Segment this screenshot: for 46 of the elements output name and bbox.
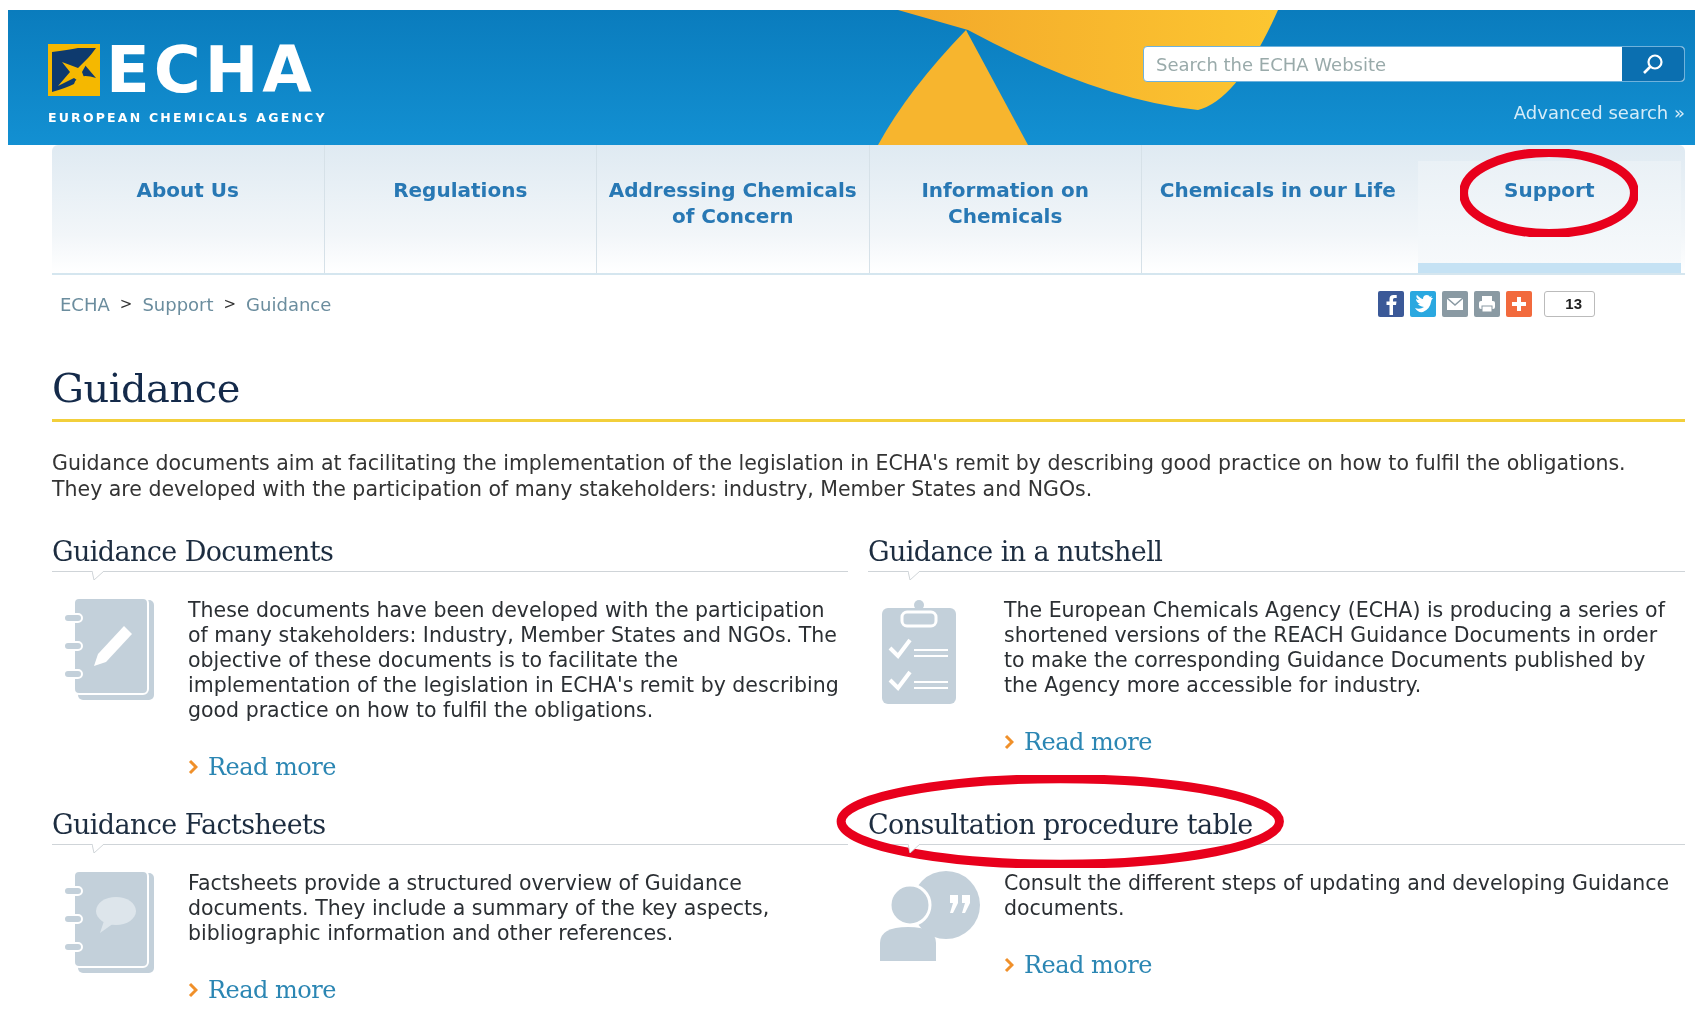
nav-tab[interactable]: Chemicals in our Life — [1142, 145, 1414, 273]
nav-tab[interactable]: Support — [1417, 161, 1681, 273]
email-icon[interactable] — [1442, 291, 1469, 317]
logo-tagline: EUROPEAN CHEMICALS AGENCY — [48, 110, 327, 125]
nav-tab[interactable]: Regulations — [324, 145, 596, 273]
intro-paragraph: Guidance documents aim at facilitating the implementation of the legislation in ECHA's remit by describing good practice on how to fulfil the obligations. They are developed with the participation of many stakeholders: industry, Member States and NGOs. — [52, 450, 1627, 502]
notebook-speech-icon — [64, 871, 156, 975]
notebook-pencil-icon — [64, 598, 156, 702]
section-description: Consult the different steps of updating and developing Guidance documents. — [1004, 871, 1671, 921]
page-title: Guidance — [52, 365, 1685, 422]
share-count: 13 — [1544, 291, 1595, 317]
clipboard-checklist-icon — [880, 598, 958, 706]
section-description: Factsheets provide a structured overview of Guidance documents. They include a summary of the key aspects, bibliographic information and other references. — [188, 871, 771, 946]
twitter-icon[interactable] — [1410, 291, 1437, 317]
read-more-link[interactable]: Read more — [1004, 951, 1152, 979]
print-icon[interactable] — [1474, 291, 1501, 317]
facebook-icon[interactable] — [1378, 291, 1405, 317]
chevron-icon — [188, 982, 198, 998]
read-more-link[interactable]: Read more — [188, 976, 336, 1004]
breadcrumb-link[interactable]: ECHA — [60, 293, 110, 315]
section-description: The European Chemicals Agency (ECHA) is producing a series of shortened versions of the REACH Guidance Documents in order to make the corresponding Guidance Documents published by the Agency more accessible for industry. — [1004, 598, 1667, 698]
search-button[interactable] — [1622, 47, 1684, 81]
advanced-search-link[interactable]: Advanced search » — [1513, 102, 1685, 123]
breadcrumb-link[interactable]: Support — [142, 293, 214, 315]
section-heading: Guidance Factsheets — [52, 809, 326, 840]
breadcrumb-link[interactable]: Guidance — [246, 293, 332, 315]
logo-icon — [48, 44, 100, 96]
read-more-link[interactable]: Read more — [188, 753, 336, 781]
plus-icon[interactable] — [1506, 291, 1533, 317]
breadcrumb-separator: > — [119, 295, 133, 313]
chevron-icon — [1004, 734, 1014, 750]
nav-tab[interactable]: Addressing Chemicals of Concern — [597, 145, 869, 273]
section-heading: Guidance in a nutshell — [868, 536, 1163, 567]
logo-wordmark: ECHA — [106, 38, 316, 102]
breadcrumb-separator: > — [223, 295, 237, 313]
section-heading: Consultation procedure table — [868, 809, 1253, 840]
search-icon — [1641, 52, 1665, 76]
chevron-icon — [188, 759, 198, 775]
read-more-link[interactable]: Read more — [1004, 728, 1152, 756]
search-box[interactable]: Search the ECHA Website — [1143, 46, 1685, 82]
nav-tab[interactable]: About Us — [52, 145, 324, 273]
nav-tab[interactable]: Information on Chemicals — [869, 145, 1141, 273]
section-heading: Guidance Documents — [52, 536, 334, 567]
chevron-icon — [1004, 957, 1014, 973]
search-field[interactable]: Search the ECHA Website — [1144, 47, 1622, 81]
section-description: These documents have been developed with the participation of many stakeholders: Industry, Member States and NGOs. The objective of these documents is to facilitate the implementation of the legislation in ECHA's remit by describing good practice on how to fulfil the obligations. — [188, 598, 840, 723]
